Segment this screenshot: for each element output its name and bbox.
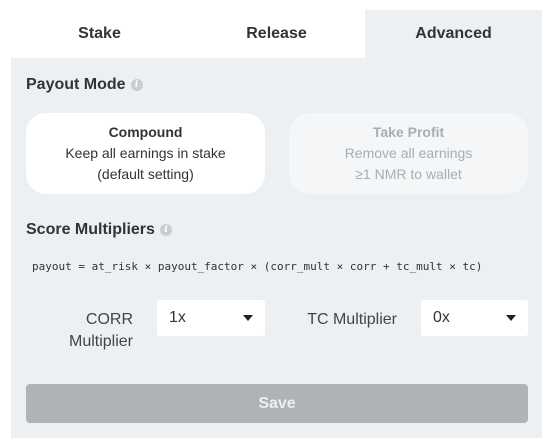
tab-advanced[interactable]: Advanced <box>365 10 542 58</box>
compound-option[interactable]: Compound Keep all earnings in stake (def… <box>26 113 265 194</box>
tab-release[interactable]: Release <box>188 10 365 58</box>
tc-multiplier-select[interactable]: 0x <box>421 300 528 336</box>
info-icon[interactable]: i <box>159 224 172 236</box>
tab-stake[interactable]: Stake <box>11 10 188 58</box>
chevron-down-icon <box>506 315 516 321</box>
tc-multiplier-value: 0x <box>433 309 450 326</box>
save-button[interactable]: Save <box>26 384 528 423</box>
payout-formula: payout = at_risk × payout_factor × (corr… <box>32 260 483 273</box>
compound-title: Compound <box>108 124 183 140</box>
score-multipliers-title: Score Multipliers <box>26 221 155 238</box>
take-profit-title: Take Profit <box>372 124 445 140</box>
payout-mode-title: Payout Mode <box>26 76 126 93</box>
corr-multiplier-value: 1x <box>169 309 186 326</box>
payout-mode-heading: Payout Mode i <box>26 76 143 94</box>
corr-label-line1: CORR <box>85 311 133 328</box>
advanced-panel: Payout Mode i Compound Keep all earnings… <box>11 58 542 438</box>
take-profit-desc-line1: Remove all earnings <box>344 145 473 161</box>
corr-multiplier-select[interactable]: 1x <box>157 300 265 336</box>
corr-label-line2: Multiplier <box>68 333 133 350</box>
score-multipliers-heading: Score Multipliers i <box>26 221 172 239</box>
take-profit-desc-line2: ≥1 NMR to wallet <box>355 166 462 182</box>
compound-desc-line2: (default setting) <box>97 166 194 182</box>
corr-multiplier-label: CORR Multiplier <box>51 309 133 353</box>
take-profit-option[interactable]: Take Profit Remove all earnings ≥1 NMR t… <box>289 113 528 194</box>
tab-bar: Stake Release Advanced <box>11 10 542 58</box>
info-icon[interactable]: i <box>130 79 143 91</box>
tc-multiplier-label: TC Multiplier <box>307 311 397 328</box>
chevron-down-icon <box>243 315 253 321</box>
compound-desc-line1: Keep all earnings in stake <box>65 145 226 161</box>
